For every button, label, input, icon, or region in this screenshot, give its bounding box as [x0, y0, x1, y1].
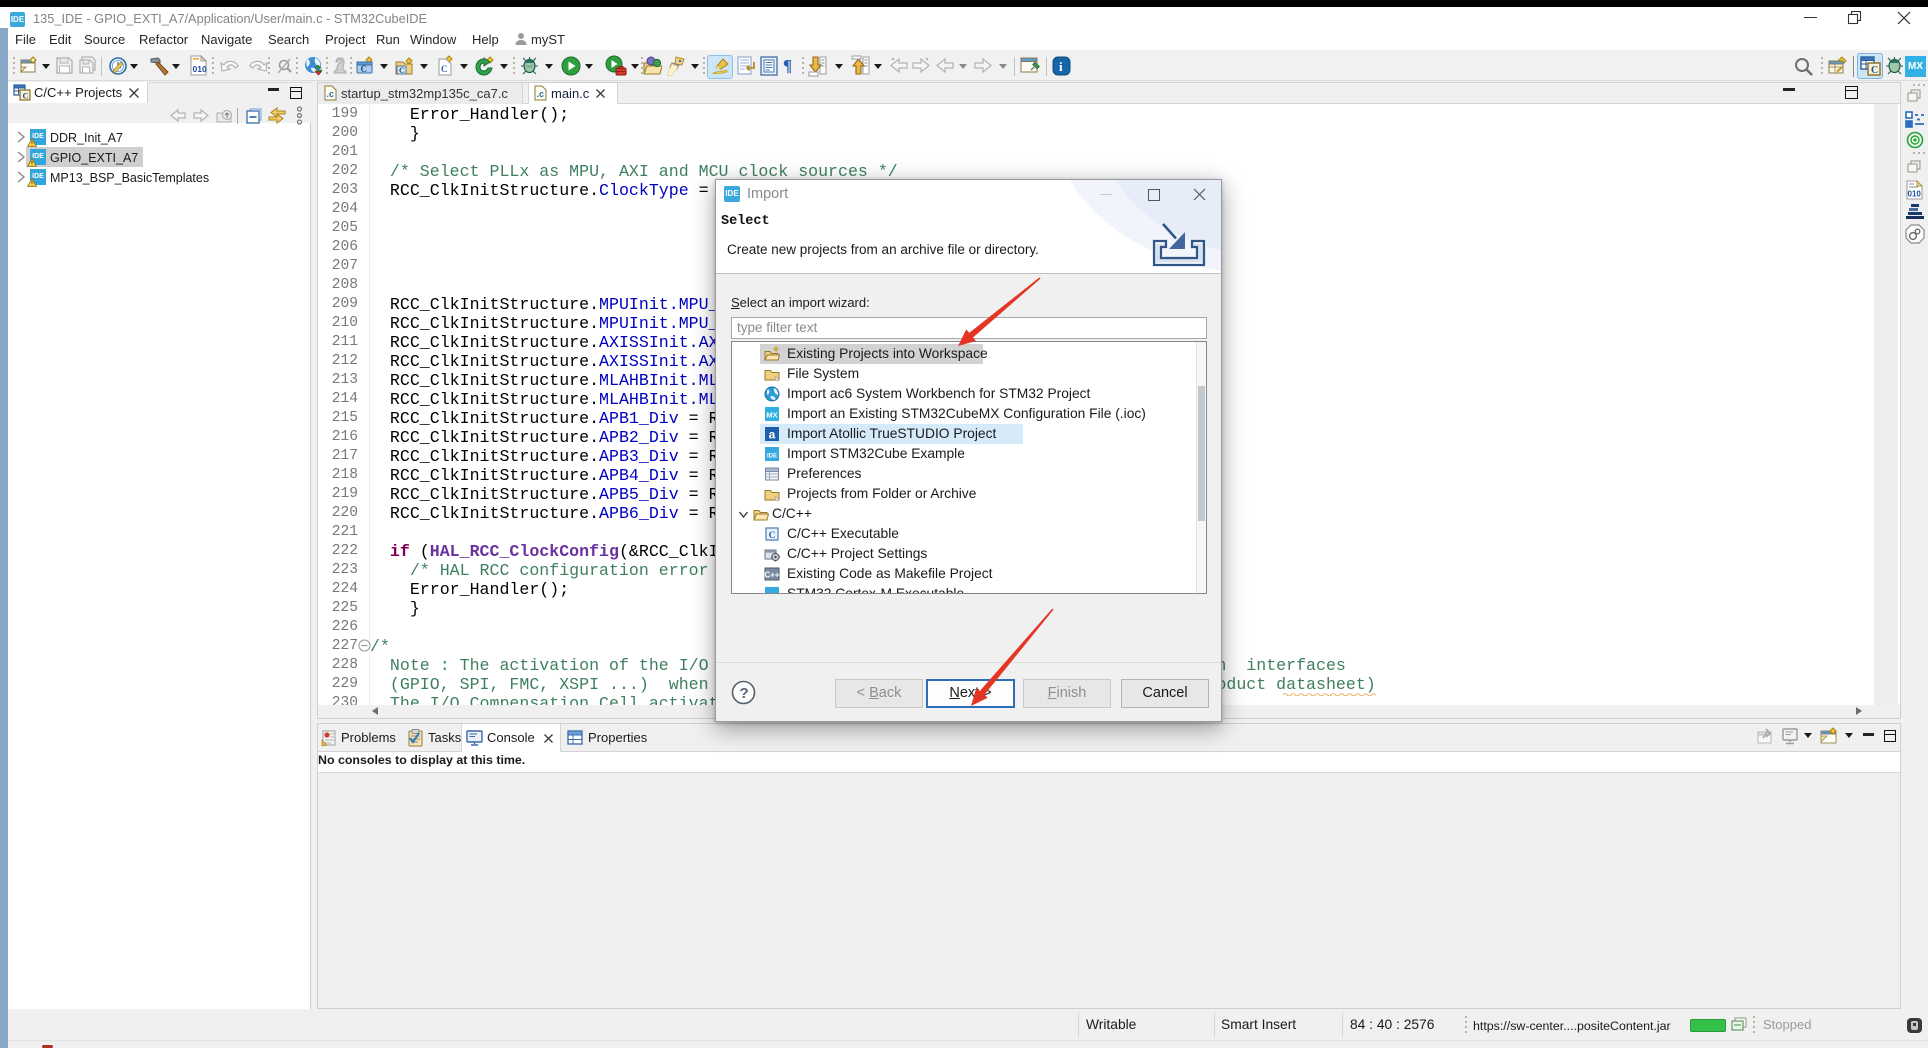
- svg-text:C: C: [361, 64, 368, 74]
- svg-text:.c: .c: [537, 89, 545, 99]
- svg-text:.c: .c: [327, 89, 335, 99]
- svg-text:010: 010: [193, 64, 207, 74]
- svg-text:010: 010: [1908, 190, 1922, 199]
- svg-text:i: i: [1059, 59, 1063, 74]
- svg-text:?: ?: [740, 685, 749, 702]
- svg-text:a: a: [769, 428, 776, 442]
- svg-text:IDE: IDE: [767, 594, 777, 595]
- svg-text:C: C: [1871, 65, 1878, 76]
- svg-text:C: C: [399, 66, 405, 75]
- svg-text:MX: MX: [766, 411, 777, 420]
- svg-text:C: C: [441, 64, 448, 74]
- svg-text:C++: C++: [764, 571, 779, 580]
- svg-text:C: C: [769, 531, 776, 541]
- svg-text:IDE: IDE: [767, 454, 777, 460]
- svg-text:C: C: [23, 91, 29, 101]
